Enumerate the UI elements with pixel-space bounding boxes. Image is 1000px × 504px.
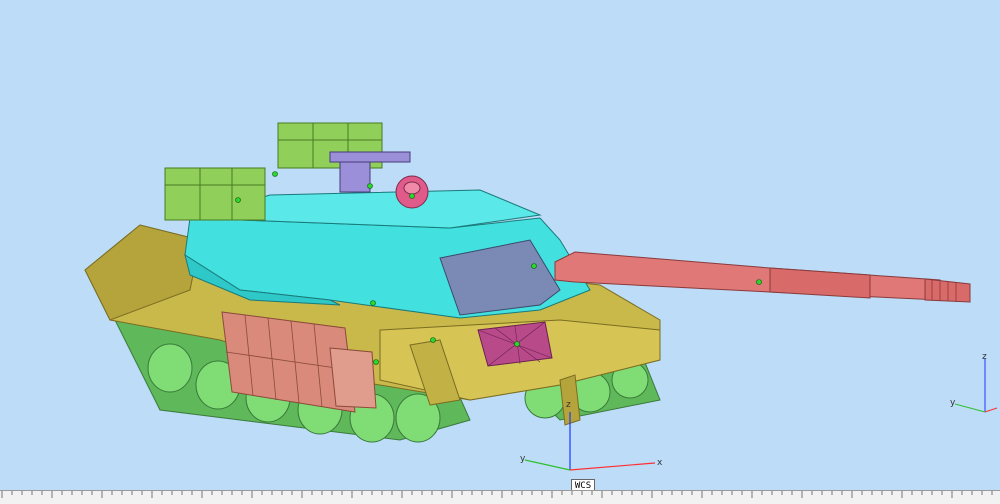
bottom-ruler — [0, 490, 1000, 504]
ruler-ticks — [1, 491, 993, 498]
wcs-triad — [524, 412, 656, 471]
corner-z-label: z — [982, 352, 987, 362]
corner-y-label: y — [950, 398, 956, 408]
tank-model[interactable] — [0, 0, 1000, 490]
corner-triad — [954, 358, 998, 413]
3d-viewport[interactable]: x y z z y WCS — [0, 0, 1000, 493]
wcs-y-label: y — [520, 454, 526, 464]
wcs-z-label: z — [566, 400, 571, 410]
hatch-dome — [395, 175, 429, 209]
wcs-x-label: x — [657, 458, 663, 468]
